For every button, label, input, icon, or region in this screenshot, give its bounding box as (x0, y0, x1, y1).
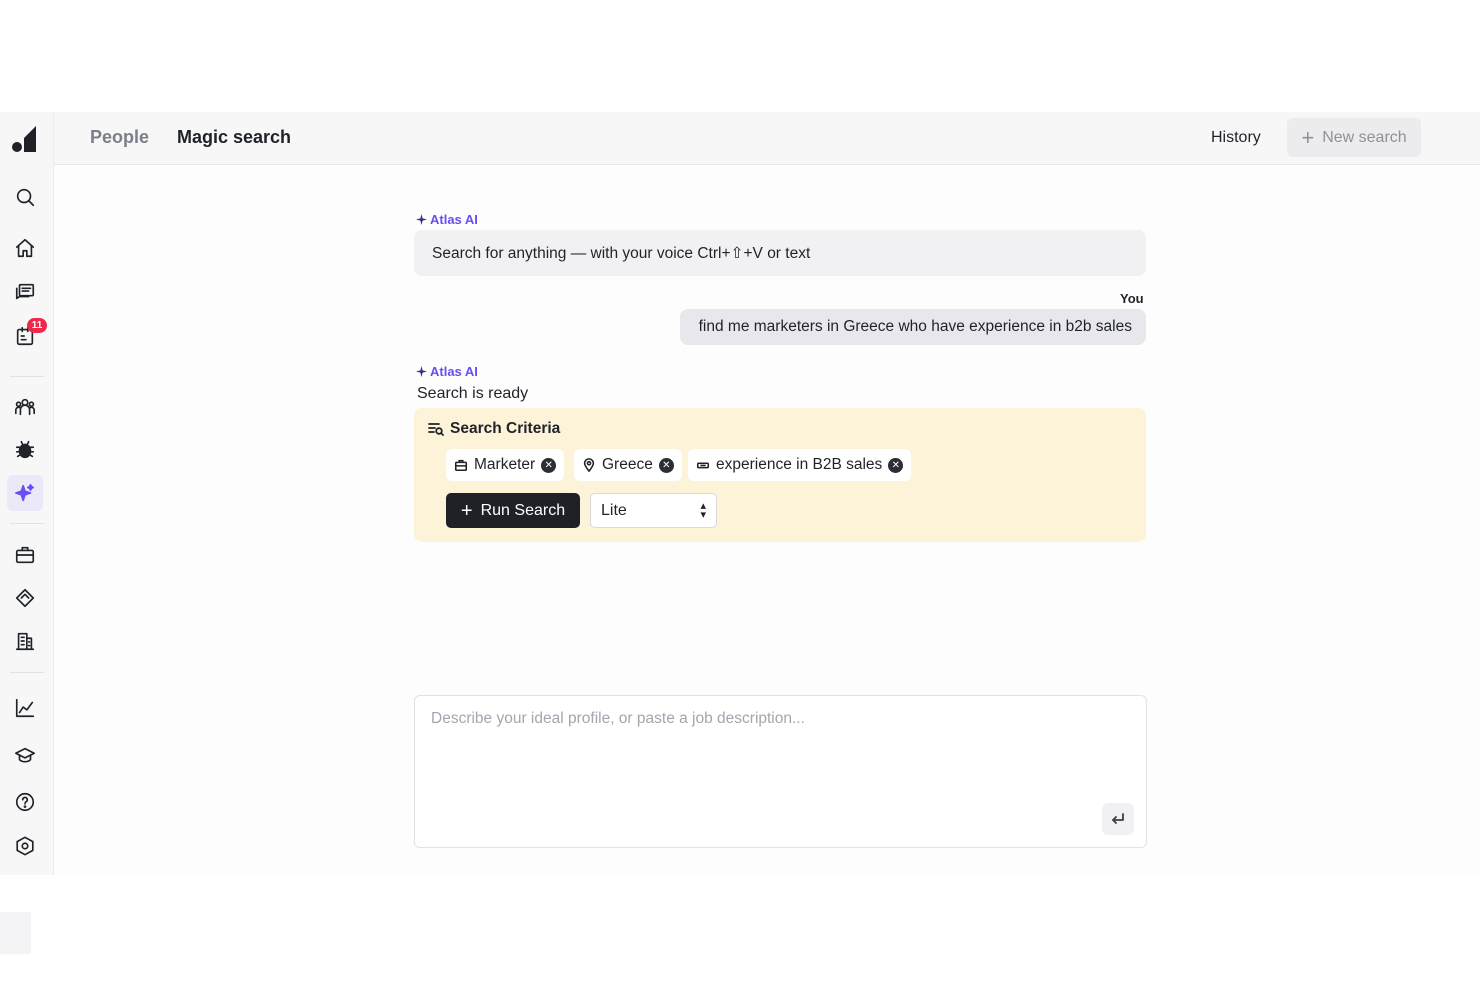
graduation-cap-icon[interactable] (7, 738, 43, 774)
filter-search-icon (428, 423, 444, 436)
criteria-title-text: Search Criteria (450, 420, 561, 437)
sparkle-icon (416, 214, 427, 225)
profile-description-input[interactable] (431, 710, 1121, 800)
ai-sender-label: Atlas AI (416, 212, 478, 227)
corner-panel (0, 912, 31, 954)
skill-icon (696, 462, 710, 469)
settings-icon[interactable] (7, 828, 43, 864)
search-criteria-card: Search Criteria Marketer ✕ Greece ✕ expe… (414, 408, 1146, 542)
deals-icon[interactable] (7, 580, 43, 616)
criteria-chip-role: Marketer ✕ (446, 449, 565, 481)
remove-chip-icon[interactable]: ✕ (888, 457, 904, 473)
briefcase-icon (454, 459, 468, 472)
user-message-bubble: find me marketers in Greece who have exp… (680, 309, 1146, 345)
composer (414, 695, 1147, 848)
people-icon[interactable] (7, 389, 43, 425)
ai-name: Atlas AI (430, 364, 478, 379)
building-icon[interactable] (7, 623, 43, 659)
briefcase-icon[interactable] (7, 537, 43, 573)
criteria-chip-location: Greece ✕ (574, 449, 682, 481)
help-icon[interactable] (7, 784, 43, 820)
search-mode-value: Lite (601, 502, 627, 519)
chip-label: Marketer (474, 456, 536, 473)
search-mode-select[interactable]: Lite ▴ ▾ (590, 493, 717, 528)
search-icon[interactable] (7, 179, 43, 215)
user-sender-label: You (1120, 291, 1144, 306)
enter-icon (1112, 813, 1124, 824)
magic-sparkle-icon[interactable] (7, 475, 43, 511)
plus-icon: + (460, 499, 473, 522)
top-bar: People Magic search History + New search (54, 112, 1480, 165)
tab-people[interactable]: People (90, 127, 149, 148)
run-search-label: Run Search (480, 501, 566, 519)
chat-area: Atlas AI Search for anything — with your… (54, 165, 1480, 875)
sparkle-icon (416, 366, 427, 377)
remove-chip-icon[interactable]: ✕ (658, 457, 674, 473)
chip-label: experience in B2B sales (716, 456, 883, 473)
send-button[interactable] (1102, 803, 1134, 835)
home-icon[interactable] (7, 230, 43, 266)
messages-icon[interactable] (7, 274, 43, 310)
bug-icon[interactable] (7, 432, 43, 468)
sidebar: 11 (0, 112, 54, 875)
remove-chip-icon[interactable]: ✕ (541, 457, 557, 473)
history-button[interactable]: History (1211, 129, 1261, 147)
ai-sender-label: Atlas AI (416, 364, 478, 379)
tasks-badge: 11 (27, 318, 47, 333)
run-search-button[interactable]: + Run Search (446, 493, 580, 528)
search-ready-text: Search is ready (417, 385, 529, 402)
app-window: 11 People Magic search History + New sea… (0, 112, 1480, 875)
chip-label: Greece (602, 456, 653, 473)
chevron-up-down-icon: ▴ ▾ (700, 500, 706, 521)
new-search-button[interactable]: + New search (1287, 118, 1421, 157)
sidebar-divider (10, 672, 44, 673)
new-search-label: New search (1322, 128, 1407, 146)
plus-icon: + (1301, 124, 1315, 150)
criteria-title: Search Criteria (428, 420, 560, 438)
criteria-chip-skill: experience in B2B sales ✕ (688, 449, 912, 481)
sidebar-divider (10, 376, 44, 377)
ai-name: Atlas AI (430, 212, 478, 227)
tab-magic-search[interactable]: Magic search (177, 127, 291, 148)
sidebar-divider (10, 523, 44, 524)
tasks-icon[interactable]: 11 (7, 318, 47, 354)
analytics-icon[interactable] (7, 690, 43, 726)
location-pin-icon (583, 458, 595, 472)
logo-icon[interactable] (11, 124, 39, 154)
ai-message-bubble: Search for anything — with your voice Ct… (414, 230, 1146, 276)
